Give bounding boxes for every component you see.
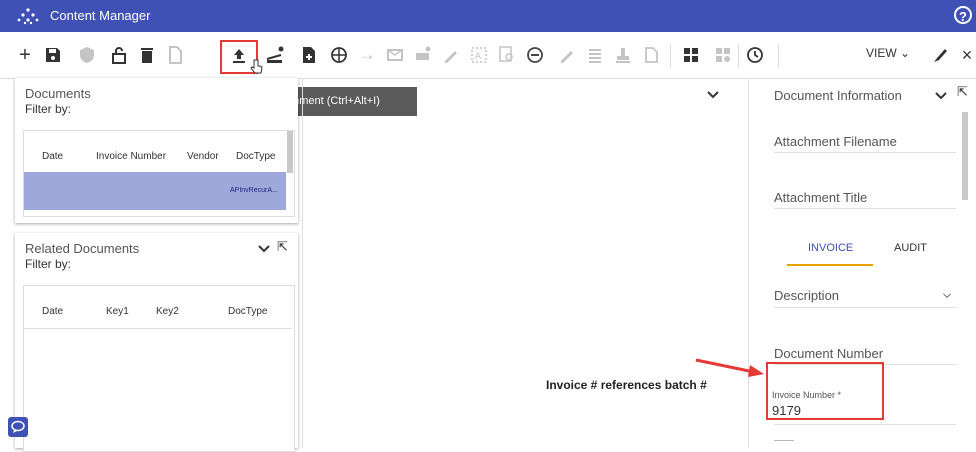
mail-icon[interactable]: [384, 44, 406, 66]
invoice-highlight-box: [766, 362, 884, 420]
field-underline: [774, 307, 956, 308]
scrollbar[interactable]: [287, 131, 293, 173]
panel-divider: [748, 78, 749, 448]
toolbar: + → A ×: [0, 32, 976, 79]
expand-icon[interactable]: ⇱: [957, 84, 968, 100]
minus-circle-icon[interactable]: [524, 44, 546, 66]
filter-label: Filter by:: [25, 257, 72, 271]
chevron-down-icon[interactable]: [934, 91, 948, 101]
svg-text:A: A: [475, 51, 481, 61]
scan-settings-icon[interactable]: [264, 44, 286, 66]
column-header[interactable]: Date: [42, 306, 63, 317]
column-header[interactable]: DocType: [236, 151, 275, 162]
documents-grid: Date Invoice Number Vendor DocType APInv…: [23, 130, 295, 217]
column-header[interactable]: Vendor: [187, 151, 219, 162]
attachment-filename-field[interactable]: Attachment Filename: [774, 134, 897, 149]
grid-icon[interactable]: [680, 44, 702, 66]
description-select[interactable]: Description: [774, 288, 839, 303]
field-underline: [774, 152, 956, 153]
chat-icon[interactable]: [8, 417, 28, 437]
column-header[interactable]: Date: [42, 151, 63, 162]
panel-title: Document Information: [774, 88, 902, 103]
cursor-icon: [250, 59, 263, 74]
close-icon[interactable]: ×: [956, 44, 976, 66]
help-circle-icon[interactable]: ?: [954, 6, 972, 24]
chevron-down-icon: ⌄: [900, 46, 911, 60]
text-scan-icon[interactable]: A: [468, 44, 490, 66]
list-icon[interactable]: [584, 44, 606, 66]
file-plus-icon[interactable]: [298, 44, 320, 66]
next-field-edge: [774, 440, 794, 441]
attachment-title-field[interactable]: Attachment Title: [774, 190, 867, 205]
app-logo-icon: [17, 8, 39, 25]
add-icon[interactable]: +: [14, 44, 36, 66]
toolbar-divider: [670, 44, 671, 68]
toolbar-divider: [778, 44, 779, 68]
unlock-icon[interactable]: [108, 44, 130, 66]
pen-icon[interactable]: [930, 44, 952, 66]
annotation-text: Invoice # references batch #: [546, 378, 707, 392]
active-tab-indicator: [787, 264, 873, 266]
header-divider: [24, 328, 292, 329]
chevron-down-icon[interactable]: [706, 90, 720, 100]
grid-settings-icon[interactable]: [712, 44, 734, 66]
panel-divider: [302, 78, 303, 448]
column-header[interactable]: Key2: [156, 306, 179, 317]
doctype-cell: APInvRecurA...: [230, 187, 278, 194]
edit-icon[interactable]: [440, 44, 462, 66]
column-header[interactable]: Key1: [106, 306, 129, 317]
panel-title: Documents: [25, 86, 91, 101]
tab-invoice[interactable]: INVOICE: [808, 242, 853, 254]
delete-icon[interactable]: [136, 44, 158, 66]
search-document-icon[interactable]: [496, 44, 518, 66]
document-icon[interactable]: [164, 44, 186, 66]
forward-icon[interactable]: →: [356, 44, 378, 66]
app-title: Content Manager: [50, 8, 151, 23]
stamp-icon[interactable]: [612, 44, 634, 66]
document-number-field[interactable]: Document Number: [774, 346, 883, 361]
field-underline: [774, 208, 956, 209]
pencil-icon[interactable]: [556, 44, 578, 66]
field-underline: [774, 424, 956, 425]
panel-title: Related Documents: [25, 241, 140, 256]
scrollbar[interactable]: [962, 112, 968, 200]
save-icon[interactable]: [42, 44, 64, 66]
chevron-down-icon[interactable]: [942, 292, 952, 300]
column-header[interactable]: Invoice Number: [96, 151, 166, 162]
view-label: VIEW: [866, 46, 897, 60]
history-icon[interactable]: [744, 44, 766, 66]
chevron-down-icon[interactable]: [257, 244, 271, 254]
filter-label: Filter by:: [25, 102, 72, 116]
documents-panel: Documents Filter by: Date Invoice Number…: [15, 78, 298, 223]
toolbar-divider: [738, 44, 739, 68]
related-documents-panel: Related Documents Filter by: ⇱ Date Key1…: [15, 233, 298, 452]
expand-icon[interactable]: ⇱: [277, 239, 288, 255]
column-header[interactable]: DocType: [228, 306, 267, 317]
globe-icon[interactable]: [328, 44, 350, 66]
print-settings-icon[interactable]: [412, 44, 434, 66]
related-grid: Date Key1 Key2 DocType: [23, 285, 295, 452]
tab-audit[interactable]: AUDIT: [894, 242, 927, 254]
copy-icon[interactable]: [640, 44, 662, 66]
shield-icon[interactable]: [76, 44, 98, 66]
table-row[interactable]: APInvRecurA...: [24, 172, 286, 210]
title-bar: Content Manager ?: [0, 0, 976, 32]
view-dropdown[interactable]: VIEW ⌄: [866, 46, 910, 60]
